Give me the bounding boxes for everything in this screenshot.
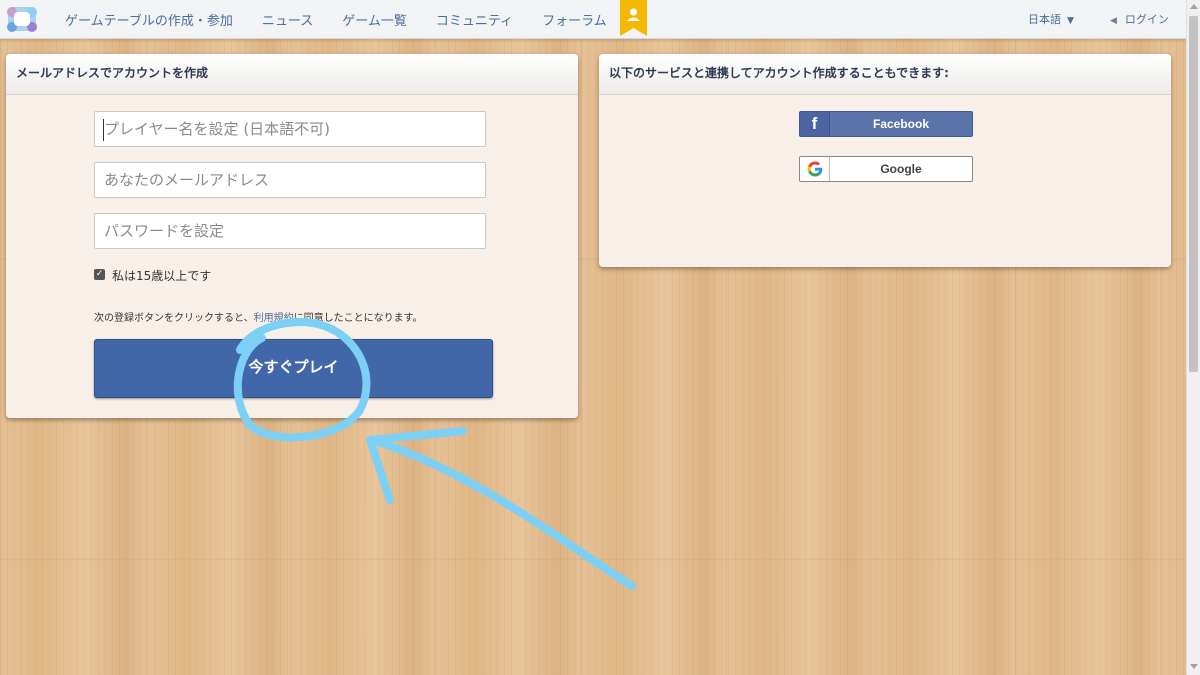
email-input[interactable] [94, 162, 486, 198]
speaker-icon: ◀ [1110, 16, 1117, 26]
scroll-up-icon[interactable] [1190, 4, 1198, 9]
nav-create-join-table[interactable]: ゲームテーブルの作成・参加 [65, 10, 233, 29]
annotation-arrow-shaft [368, 436, 636, 590]
social-signup-panel: 以下のサービスと連携してアカウント作成することもできます: f Facebook… [599, 54, 1171, 267]
nav-forum[interactable]: フォーラム [542, 10, 607, 29]
text-cursor [103, 119, 104, 141]
checkbox-checked-icon[interactable]: ✓ [94, 269, 105, 280]
scroll-down-icon[interactable] [1190, 664, 1198, 669]
login-link[interactable]: ◀ ログイン [1110, 11, 1169, 27]
google-label: Google [880, 162, 922, 176]
terms-suffix: に同意したことになります。 [293, 313, 423, 324]
language-selector[interactable]: 日本語 ▼ [1028, 11, 1074, 27]
login-label: ログイン [1124, 13, 1169, 26]
logo-icon[interactable] [6, 4, 38, 34]
scroll-thumb[interactable] [1189, 16, 1198, 372]
nav-game-list[interactable]: ゲーム一覧 [342, 10, 407, 29]
terms-link[interactable]: 利用規約 [254, 313, 294, 324]
google-icon [800, 157, 830, 181]
email-signup-title: メールアドレスでアカウントを作成 [6, 54, 578, 95]
facebook-label: Facebook [872, 117, 929, 131]
ribbon-badge-icon[interactable] [620, 0, 647, 36]
nav-community[interactable]: コミュニティ [436, 10, 513, 29]
facebook-icon: f [800, 112, 830, 136]
facebook-button[interactable]: f Facebook [799, 111, 973, 137]
email-signup-panel: メールアドレスでアカウントを作成 ✓ 私は15歳以上です 次の登録ボタンをクリッ… [6, 54, 578, 418]
annotation-arrow-head [366, 427, 467, 504]
player-name-input[interactable] [94, 111, 486, 147]
caret-down-icon: ▼ [1067, 16, 1074, 26]
age-check-label: 私は15歳以上です [112, 269, 212, 283]
terms-notice: 次の登録ボタンをクリックすると、利用規約に同意したことになります。 [94, 309, 423, 324]
password-input[interactable] [94, 213, 486, 249]
vertical-scrollbar[interactable] [1186, 0, 1200, 675]
play-now-button[interactable]: 今すぐプレイ [94, 339, 493, 398]
social-signup-title: 以下のサービスと連携してアカウント作成することもできます: [599, 54, 1171, 95]
main-nav: ゲームテーブルの作成・参加 ニュース ゲーム一覧 コミュニティ フォーラム [65, 0, 636, 38]
terms-prefix: 次の登録ボタンをクリックすると、 [94, 313, 254, 324]
language-label: 日本語 [1028, 13, 1061, 26]
top-navigation: ゲームテーブルの作成・参加 ニュース ゲーム一覧 コミュニティ フォーラム 日本… [0, 0, 1186, 39]
google-button[interactable]: Google [799, 156, 973, 182]
nav-news[interactable]: ニュース [262, 10, 313, 29]
